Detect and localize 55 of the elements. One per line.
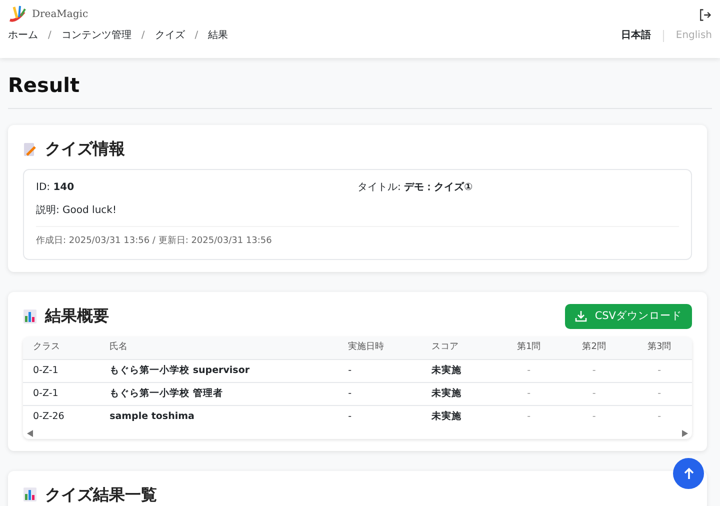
table-cell: -	[496, 359, 562, 382]
table-cell: もぐら第一小学校 管理者	[100, 382, 338, 406]
quiz-id: ID: 140	[36, 181, 76, 195]
column-header: 実施日時	[338, 337, 422, 360]
table-cell: -	[338, 406, 422, 429]
breadcrumb-separator: /	[194, 29, 198, 43]
table-cell: 未実施	[422, 406, 496, 429]
breadcrumb-link[interactable]: コンテンツ管理	[61, 28, 132, 43]
column-header: スコア	[422, 337, 496, 360]
breadcrumb-link[interactable]: クイズ	[154, 28, 185, 43]
logo-icon	[8, 4, 28, 24]
column-header: クラス	[23, 337, 100, 360]
scroll-to-top-button[interactable]	[673, 458, 704, 489]
breadcrumb-separator: /	[141, 29, 145, 43]
table-cell: -	[496, 406, 562, 429]
arrow-up-icon	[682, 466, 696, 480]
logo-text: DreaMagic	[32, 8, 88, 22]
download-icon	[574, 310, 587, 322]
table-cell: -	[338, 382, 422, 406]
breadcrumb-link[interactable]: ホーム	[8, 28, 38, 43]
page-title: Result	[8, 70, 712, 109]
logout-icon[interactable]	[698, 8, 712, 22]
quiz-dates: 作成日: 2025/03/31 13:56 / 更新日: 2025/03/31 13:56	[36, 235, 273, 248]
memo-icon	[23, 142, 37, 156]
column-header: 第2問	[561, 337, 627, 360]
language-option[interactable]: 日本語	[620, 28, 651, 43]
card-title: 結果概要	[45, 305, 109, 328]
bar-chart-icon	[23, 308, 37, 324]
column-header: 第3問	[626, 337, 692, 360]
bar-chart-icon	[23, 487, 37, 502]
table-cell: -	[496, 382, 562, 406]
breadcrumb-current: 結果	[208, 29, 228, 43]
table-cell: -	[561, 406, 627, 429]
column-header: 第1問	[496, 337, 562, 360]
table-cell: 0-Z-26	[23, 406, 100, 429]
breadcrumb-separator: /	[48, 29, 52, 43]
table-cell: 0-Z-1	[23, 382, 100, 406]
table-cell: -	[626, 359, 692, 382]
quiz-description: 説明: Good luck!	[36, 204, 118, 218]
table-cell: -	[626, 382, 692, 406]
card-title: クイズ結果一覧	[45, 484, 157, 506]
table-cell: -	[561, 359, 627, 382]
table-cell: -	[561, 382, 627, 406]
table-cell: 0-Z-1	[23, 359, 100, 382]
quiz-title: タイトル: デモ：クイズ①	[358, 180, 473, 195]
table-cell: もぐら第一小学校 supervisor	[100, 359, 338, 382]
table-cell: 未実施	[422, 382, 496, 406]
table-cell: 未実施	[422, 359, 496, 382]
scroll-left-icon[interactable]	[27, 430, 33, 438]
column-header: 氏名	[100, 337, 338, 360]
table-cell: -	[626, 406, 692, 429]
card-title: クイズ情報	[45, 138, 125, 160]
table-cell: sample toshima	[100, 406, 338, 429]
table-cell: -	[338, 359, 422, 382]
scroll-right-icon[interactable]	[682, 430, 688, 438]
